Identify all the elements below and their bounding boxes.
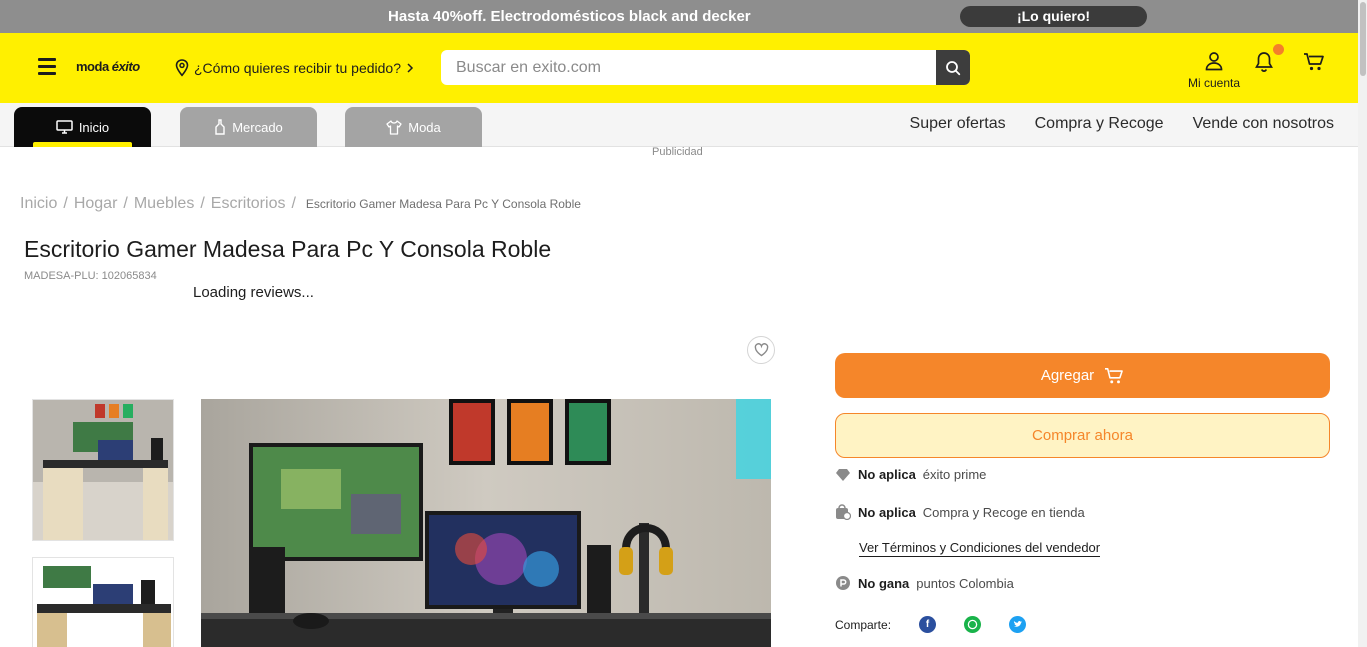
tab-label: Mercado bbox=[232, 119, 283, 135]
search-bar bbox=[441, 50, 970, 85]
breadcrumb-item[interactable]: Inicio bbox=[20, 195, 57, 213]
prime-text: éxito prime bbox=[922, 467, 987, 482]
buy-now-button[interactable]: Comprar ahora bbox=[835, 413, 1330, 458]
ad-label: Publicidad bbox=[652, 146, 703, 158]
breadcrumb-item[interactable]: Escritorios bbox=[211, 195, 286, 213]
nav-link-compra-recoge[interactable]: Compra y Recoge bbox=[1035, 115, 1164, 133]
chevron-right-icon bbox=[407, 63, 414, 73]
pickup-text: Compra y Recoge en tienda bbox=[922, 504, 1085, 520]
account-label: Mi cuenta bbox=[1187, 76, 1241, 90]
bell-icon bbox=[1255, 52, 1273, 72]
delivery-text: ¿Cómo quieres recibir tu pedido? bbox=[194, 60, 401, 76]
nav-link-vende[interactable]: Vende con nosotros bbox=[1193, 115, 1334, 133]
shirt-icon bbox=[386, 119, 402, 135]
add-to-cart-button[interactable]: Agregar bbox=[835, 353, 1330, 398]
logo[interactable]: moda éxito bbox=[76, 59, 140, 74]
cart-button[interactable] bbox=[1303, 52, 1325, 77]
account-button[interactable]: Mi cuenta bbox=[1184, 51, 1244, 90]
notifications-button[interactable] bbox=[1254, 51, 1274, 78]
tab-label: Moda bbox=[408, 119, 441, 135]
pickup-status: No aplica bbox=[858, 504, 916, 520]
delivery-selector[interactable]: ¿Cómo quieres recibir tu pedido? bbox=[174, 59, 415, 77]
gaming-desk-image bbox=[201, 399, 771, 647]
facebook-icon[interactable]: f bbox=[919, 616, 937, 633]
header: moda éxito ¿Cómo quieres recibir tu pedi… bbox=[0, 33, 1358, 103]
nav-link-super-ofertas[interactable]: Super ofertas bbox=[910, 115, 1006, 133]
points-info: No gana puntos Colombia bbox=[835, 575, 1014, 591]
diamond-icon bbox=[836, 468, 850, 481]
promo-cta-button[interactable]: ¡Lo quiero! bbox=[960, 6, 1147, 27]
product-sku: MADESA-PLU: 102065834 bbox=[24, 270, 157, 282]
points-text: puntos Colombia bbox=[916, 575, 1014, 591]
scrollbar-thumb[interactable] bbox=[1360, 2, 1366, 76]
breadcrumb-item[interactable]: Hogar bbox=[74, 195, 118, 213]
favorite-button[interactable] bbox=[747, 336, 775, 364]
location-pin-icon bbox=[175, 59, 189, 77]
search-icon bbox=[946, 60, 961, 75]
reviews-status: Loading reviews... bbox=[193, 284, 314, 301]
pickup-info: No aplica Compra y Recoge en tienda bbox=[835, 504, 1085, 520]
user-icon bbox=[1205, 52, 1223, 71]
product-title: Escritorio Gamer Madesa Para Pc Y Consol… bbox=[24, 236, 552, 262]
product-thumbnail[interactable] bbox=[32, 557, 174, 647]
notification-dot bbox=[1273, 44, 1284, 55]
product-main-image[interactable] bbox=[201, 399, 771, 647]
buy-label: Comprar ahora bbox=[1032, 427, 1133, 444]
menu-icon[interactable] bbox=[38, 58, 56, 76]
logo-brand: éxito bbox=[111, 59, 140, 74]
nav-links: Super ofertas Compra y Recoge Vende con … bbox=[910, 115, 1334, 133]
desk-thumbnail-image bbox=[33, 558, 173, 647]
promo-bar: Hasta 40%off. Electrodomésticos black an… bbox=[0, 0, 1358, 33]
points-status: No gana bbox=[858, 575, 910, 591]
logo-prefix: moda bbox=[76, 59, 109, 74]
tab-mercado[interactable]: Mercado bbox=[180, 107, 317, 147]
tab-label: Inicio bbox=[78, 119, 110, 135]
breadcrumb-current: Escritorio Gamer Madesa Para Pc Y Consol… bbox=[305, 197, 581, 211]
cart-icon bbox=[1304, 53, 1324, 71]
breadcrumb: Inicio / Hogar / Muebles / Escritorios / Esc… bbox=[20, 195, 581, 213]
monitor-icon bbox=[56, 120, 73, 134]
page: Hasta 40%off. Electrodomésticos black an… bbox=[0, 0, 1367, 647]
desk-thumbnail-image bbox=[33, 400, 173, 540]
tab-moda[interactable]: Moda bbox=[345, 107, 482, 147]
store-bag-icon bbox=[836, 504, 851, 520]
twitter-icon[interactable] bbox=[1009, 616, 1027, 633]
prime-info: No aplica éxito prime bbox=[835, 467, 986, 482]
prime-status: No aplica bbox=[858, 467, 916, 482]
cart-icon bbox=[1105, 367, 1124, 383]
heart-icon bbox=[754, 343, 768, 357]
promo-text: Hasta 40%off. Electrodomésticos black an… bbox=[388, 8, 751, 25]
bottle-icon bbox=[215, 119, 225, 135]
tab-inicio[interactable]: Inicio bbox=[14, 107, 151, 147]
page-scrollbar[interactable] bbox=[1358, 0, 1367, 647]
seller-terms-link[interactable]: Ver Términos y Condiciones del vendedor bbox=[859, 540, 1101, 557]
breadcrumb-item[interactable]: Muebles bbox=[134, 195, 194, 213]
share-row: Comparte: f bbox=[835, 616, 1027, 633]
add-label: Agregar bbox=[1040, 367, 1095, 384]
search-button[interactable] bbox=[936, 50, 970, 85]
whatsapp-icon[interactable] bbox=[964, 616, 982, 633]
category-navbar: Inicio Mercado Moda Super ofertas Compra… bbox=[0, 103, 1358, 147]
points-icon bbox=[836, 576, 850, 590]
share-label: Comparte: bbox=[835, 617, 892, 632]
search-input[interactable] bbox=[441, 50, 936, 85]
product-thumbnail[interactable] bbox=[32, 399, 174, 541]
